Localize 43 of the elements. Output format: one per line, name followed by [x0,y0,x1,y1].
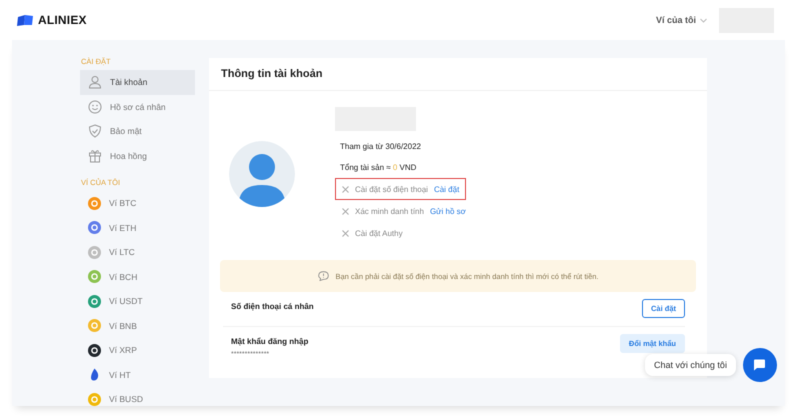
setting-label: Mật khẩu đăng nhập [231,337,308,346]
logo-icon [16,14,34,26]
sidebar-item[interactable]: Ví BUSD [80,387,195,412]
join-date: Tham gia từ 30/6/2022 [339,141,422,153]
user-icon [88,75,102,90]
brand-name: ALINIEX [38,13,87,27]
wallet-menu[interactable]: Ví của tôi [656,15,707,25]
sidebar-item[interactable]: Ví BCH [80,264,195,289]
coin-icon [88,344,101,357]
avatar-icon [229,141,295,207]
smiley-icon [88,100,102,114]
chat-icon [753,359,766,371]
card-title: Thông tin tài khoản [209,58,707,91]
sidebar-item[interactable]: Ví BTC [80,191,195,216]
coin-icon [88,294,101,308]
sidebar-item[interactable]: Ví ETH [80,216,195,240]
caret-icon [700,18,707,22]
coin-icon [88,270,101,284]
chat-bubble-icon [318,271,328,281]
sidebar-item[interactable]: Hoa hồng [80,144,195,168]
coin-icon [88,319,101,332]
sidebar-item[interactable]: Tài khoản [80,70,195,94]
sidebar-item[interactable]: Ví USDT [80,289,195,314]
flame-icon [88,368,101,382]
gift-icon [88,148,102,163]
chat-tooltip: Chat với chúng tôi [645,354,736,376]
checklist-item: Cài đặt Authy [355,228,403,238]
action-link[interactable]: Gửi hồ sơ [430,206,466,216]
sidebar-item[interactable]: Ví BNB [80,314,195,338]
sidebar-item[interactable]: Ví XRP [80,338,195,362]
setting-label: Số điện thoại cá nhân [231,302,314,311]
action-link[interactable]: Cài đặt [434,184,460,194]
sidebar-item[interactable]: Bảo mật [80,119,195,144]
coin-icon [88,246,101,259]
checklist-item: Xác minh danh tính [355,206,424,216]
coin-icon [88,221,101,234]
shield-icon [88,124,102,138]
coin-icon [88,196,101,210]
sidebar-item[interactable]: Ví LTC [80,240,195,264]
total-assets: Tổng tài sản ≈ 0 VND [339,162,418,174]
sidebar-item[interactable]: Hồ sơ cá nhân [80,94,195,119]
sidebar-item[interactable]: Ví HT [80,362,195,387]
checklist-item: Cài đặt số điện thoại [355,184,428,194]
